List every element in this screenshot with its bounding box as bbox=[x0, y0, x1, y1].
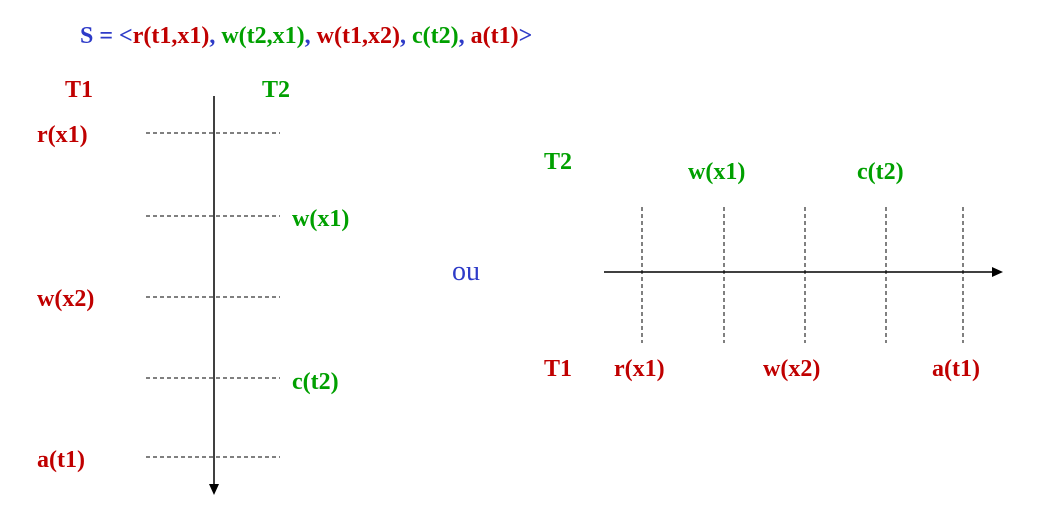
horizontal-t1-label: T1 bbox=[544, 356, 573, 382]
vertical-op-a-t1: a(t1) bbox=[37, 447, 85, 473]
horizontal-op-r-x1: r(x1) bbox=[614, 356, 665, 382]
vertical-op-r-x1: r(x1) bbox=[37, 122, 88, 148]
vertical-op-w-x2: w(x2) bbox=[37, 286, 95, 312]
horizontal-ticks bbox=[641, 207, 964, 343]
vertical-t1-label: T1 bbox=[65, 77, 94, 103]
horizontal-axis-arrowhead bbox=[992, 267, 1003, 277]
horizontal-op-w-x1: w(x1) bbox=[688, 159, 746, 185]
horizontal-t2-label: T2 bbox=[544, 149, 573, 175]
horizontal-op-c-t2: c(t2) bbox=[857, 159, 904, 185]
or-word: ou bbox=[452, 256, 480, 287]
vertical-axis-arrowhead bbox=[209, 484, 219, 495]
vertical-op-c-t2: c(t2) bbox=[292, 369, 339, 395]
vertical-ticks bbox=[146, 132, 280, 458]
vertical-op-w-x1: w(x1) bbox=[292, 206, 350, 232]
schedule-diagram: S = <r(t1,x1), w(t2,x1), w(t1,x2), c(t2)… bbox=[0, 0, 1043, 506]
horizontal-op-a-t1: a(t1) bbox=[932, 356, 980, 382]
horizontal-op-w-x2: w(x2) bbox=[763, 356, 821, 382]
vertical-t2-label: T2 bbox=[262, 77, 291, 103]
timeline-lines bbox=[146, 96, 1003, 495]
